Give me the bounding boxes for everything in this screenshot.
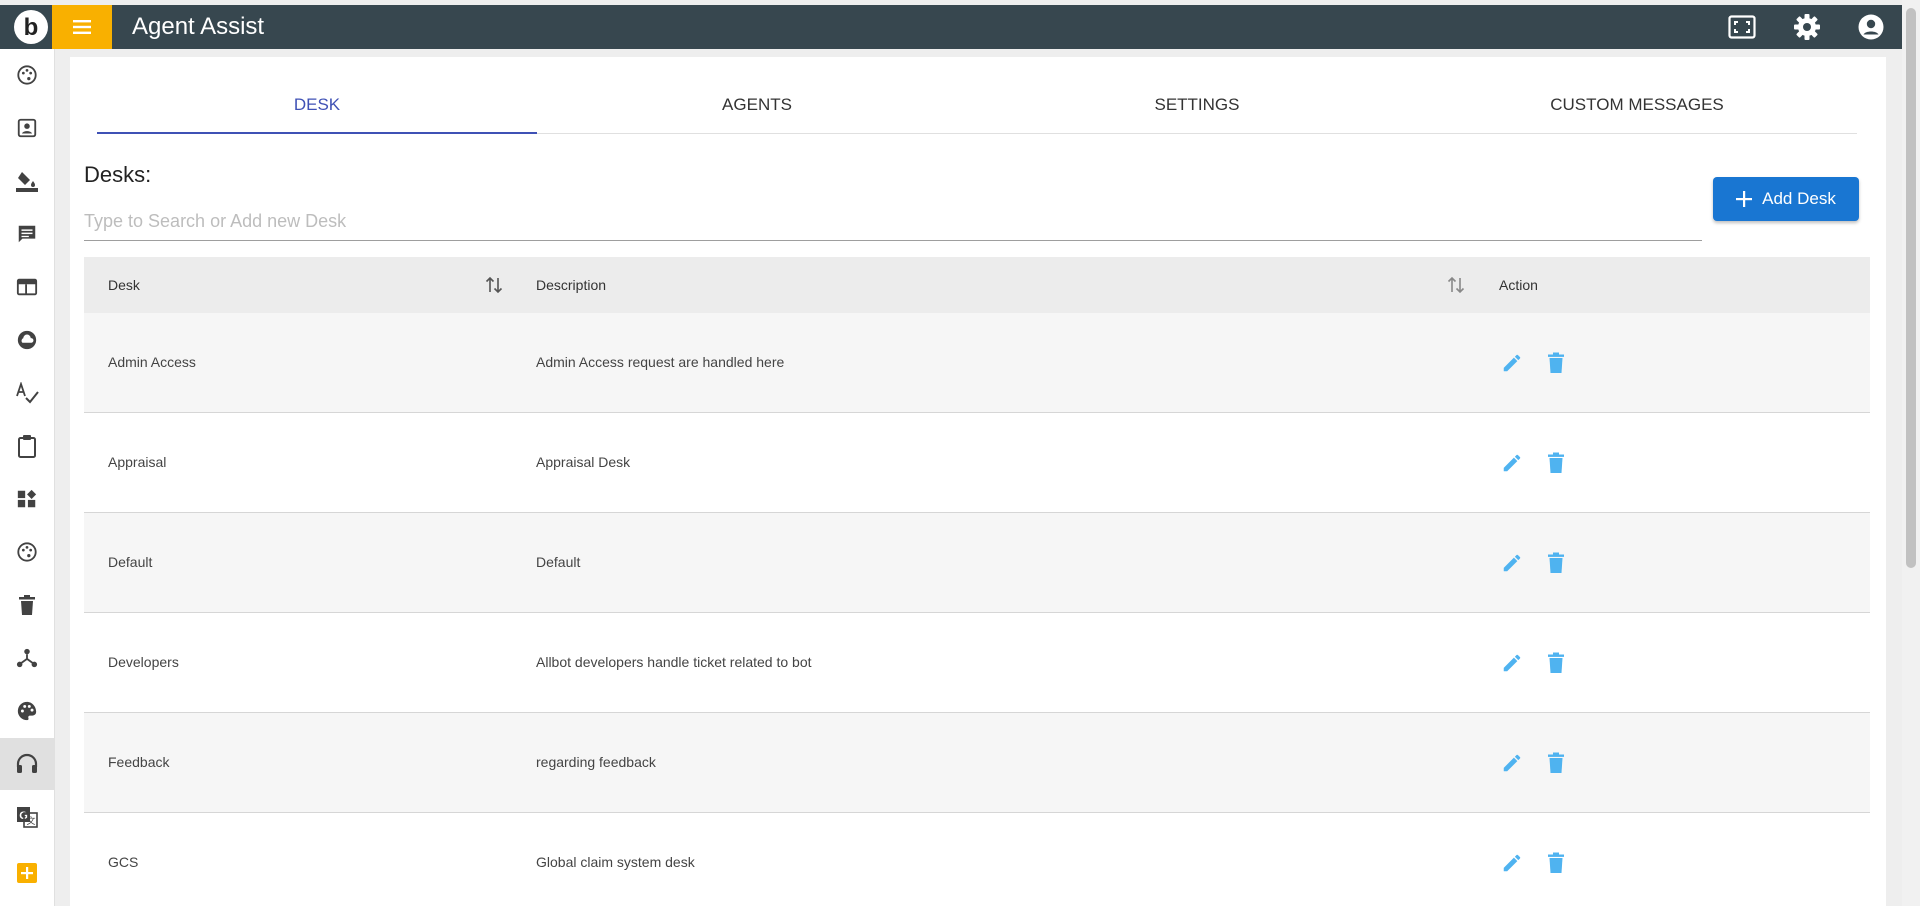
- sidebar-item-15[interactable]: G文: [0, 791, 54, 843]
- sidebar-item-12[interactable]: [0, 632, 54, 684]
- delete-icon[interactable]: [1544, 551, 1568, 575]
- top-app-bar: b Agent Assist: [0, 5, 1902, 49]
- desk-description: Default: [536, 554, 581, 570]
- menu-button[interactable]: [52, 5, 112, 49]
- sidebar-item-6[interactable]: [0, 314, 54, 366]
- table-row: GCS Global claim system desk: [84, 813, 1870, 906]
- settings-button[interactable]: [1791, 11, 1823, 43]
- edit-icon[interactable]: [1500, 851, 1524, 875]
- edit-icon[interactable]: [1500, 351, 1524, 375]
- table-row: Feedback regarding feedback: [84, 713, 1870, 813]
- paint-bucket-icon: [16, 172, 38, 192]
- tab-desk[interactable]: DESK: [97, 77, 537, 134]
- desk-name: Admin Access: [108, 354, 196, 370]
- widgets-icon: [17, 489, 37, 508]
- gear-icon: [1794, 14, 1820, 40]
- table-header: Desk Description Action: [84, 257, 1870, 313]
- fullscreen-icon: [1728, 15, 1756, 39]
- sidebar-item-7[interactable]: [0, 367, 54, 419]
- column-header-action: Action: [1499, 277, 1538, 293]
- desk-description: Admin Access request are handled here: [536, 354, 785, 370]
- fullscreen-button[interactable]: [1726, 11, 1758, 43]
- desk-description: Allbot developers handle ticket related …: [536, 654, 812, 670]
- account-circle-icon: [1858, 14, 1884, 40]
- account-button[interactable]: [1855, 11, 1887, 43]
- desk-description: Appraisal Desk: [536, 454, 631, 470]
- desk-description: regarding feedback: [536, 754, 656, 770]
- tab-settings[interactable]: SETTINGS: [977, 77, 1417, 133]
- app-logo[interactable]: b: [10, 7, 52, 47]
- trash-icon: [19, 595, 35, 615]
- tab-agents[interactable]: AGENTS: [537, 77, 977, 133]
- desk-name: Appraisal: [108, 454, 167, 470]
- contact-icon: [17, 118, 37, 138]
- edit-icon[interactable]: [1500, 751, 1524, 775]
- add-desk-label: Add Desk: [1762, 189, 1836, 208]
- plus-icon: [1736, 191, 1753, 207]
- page-scrollbar[interactable]: [1902, 0, 1920, 906]
- add-box-icon: [17, 863, 37, 883]
- main-panel: DESK AGENTS SETTINGS CUSTOM MESSAGES Des…: [70, 57, 1886, 906]
- desk-name: Default: [108, 554, 153, 570]
- sidebar-item-13[interactable]: [0, 685, 54, 737]
- add-desk-button[interactable]: Add Desk: [1713, 177, 1859, 221]
- delete-icon[interactable]: [1544, 751, 1568, 775]
- sidebar-item-agent-assist[interactable]: [0, 738, 54, 790]
- sort-description-icon[interactable]: [1446, 275, 1466, 298]
- spellcheck-icon: [16, 382, 39, 404]
- edit-icon[interactable]: [1500, 551, 1524, 575]
- headset-icon: [16, 753, 38, 773]
- sort-desk-icon[interactable]: [484, 275, 504, 298]
- edit-icon[interactable]: [1500, 651, 1524, 675]
- sidebar-item-9[interactable]: [0, 473, 54, 525]
- table-row: Developers Allbot developers handle tick…: [84, 613, 1870, 713]
- desk-name: GCS: [108, 854, 139, 870]
- delete-icon[interactable]: [1544, 351, 1568, 375]
- delete-icon[interactable]: [1544, 451, 1568, 475]
- table-row: Default Default: [84, 513, 1870, 613]
- tab-bar: DESK AGENTS SETTINGS CUSTOM MESSAGES: [97, 77, 1857, 134]
- sidebar-item-5[interactable]: [0, 261, 54, 313]
- cloud-icon: [17, 330, 37, 350]
- desk-search-input[interactable]: [84, 202, 1702, 241]
- palette-icon: [17, 701, 37, 721]
- hierarchy-icon: [16, 648, 38, 668]
- app-title: Agent Assist: [132, 13, 265, 40]
- table-row: Appraisal Appraisal Desk: [84, 413, 1870, 513]
- tab-custom-messages[interactable]: CUSTOM MESSAGES: [1417, 77, 1857, 133]
- delete-icon[interactable]: [1544, 851, 1568, 875]
- palette-icon: [17, 542, 37, 562]
- palette-icon: [17, 65, 37, 85]
- clipboard-icon: [18, 435, 36, 458]
- column-header-desk: Desk: [108, 277, 140, 293]
- edit-icon[interactable]: [1500, 451, 1524, 475]
- desks-label: Desks:: [84, 162, 152, 187]
- web-icon: [16, 278, 38, 296]
- sidebar-item-3[interactable]: [0, 155, 54, 207]
- sidebar-item-4[interactable]: [0, 208, 54, 260]
- logo-letter: b: [24, 14, 39, 41]
- hamburger-icon: [73, 20, 91, 34]
- desk-name: Developers: [108, 654, 179, 670]
- sidebar: G文: [0, 49, 55, 906]
- sidebar-item-10[interactable]: [0, 526, 54, 578]
- sidebar-item-2[interactable]: [0, 102, 54, 154]
- desk-description: Global claim system desk: [536, 854, 695, 870]
- table-row: Admin Access Admin Access request are ha…: [84, 313, 1870, 413]
- column-header-description: Description: [536, 277, 607, 293]
- desk-name: Feedback: [108, 754, 170, 770]
- desks-table: Desk Description Action Admin Access Adm…: [84, 257, 1870, 906]
- sidebar-item-8[interactable]: [0, 420, 54, 472]
- scrollbar-thumb[interactable]: [1906, 8, 1916, 568]
- sidebar-item-add[interactable]: [0, 847, 54, 899]
- delete-icon[interactable]: [1544, 651, 1568, 675]
- sidebar-item-11[interactable]: [0, 579, 54, 631]
- chat-icon: [18, 225, 36, 243]
- sidebar-item-1[interactable]: [0, 49, 54, 101]
- svg-text:文: 文: [26, 815, 35, 826]
- logo-icon: b: [14, 10, 48, 44]
- translate-icon: G文: [17, 807, 38, 828]
